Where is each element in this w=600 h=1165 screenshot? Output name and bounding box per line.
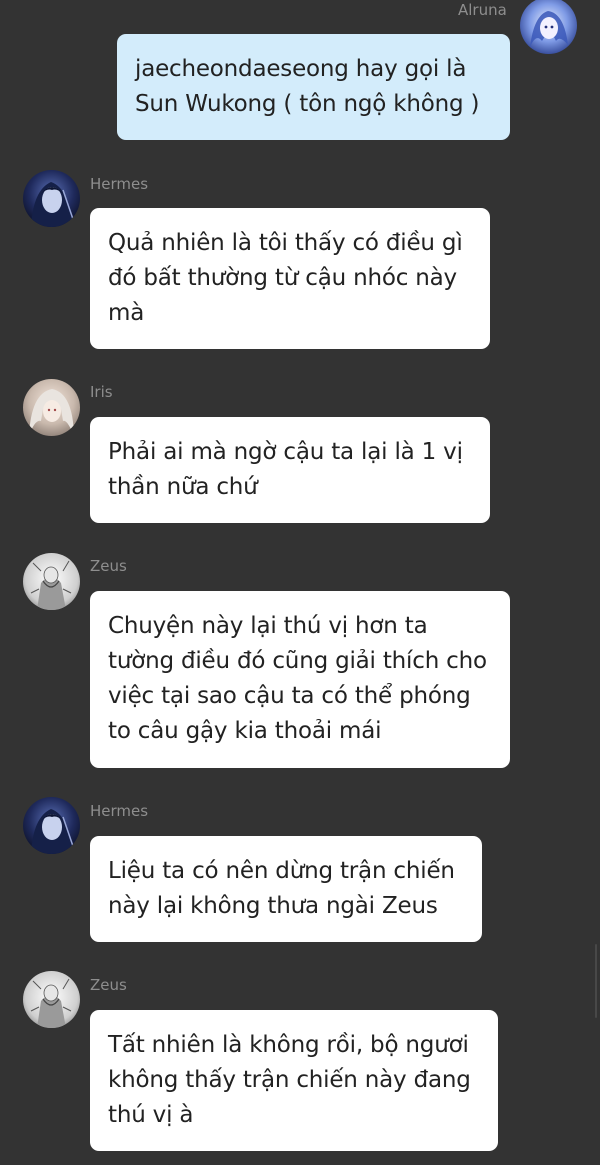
sender-name: Zeus bbox=[90, 557, 127, 575]
chat-view: Alruna jaecheondaeseong hay gọi là Sun W… bbox=[0, 0, 600, 1165]
message-line: việc tại sao cậu ta có thể phóng bbox=[108, 683, 471, 709]
message-line: thú vị à bbox=[108, 1102, 194, 1128]
sender-name: Iris bbox=[90, 383, 113, 401]
zeus-avatar[interactable] bbox=[23, 553, 80, 610]
message-line: Liệu ta có nên dừng trận chiến bbox=[108, 858, 455, 884]
message-bubble: Liệu ta có nên dừng trận chiến này lại k… bbox=[90, 836, 482, 942]
message-bubble: Chuyện này lại thú vị hơn ta tường điều … bbox=[90, 591, 510, 768]
message-bubble: jaecheondaeseong hay gọi là Sun Wukong (… bbox=[117, 34, 510, 140]
message-line: Chuyện này lại thú vị hơn ta bbox=[108, 613, 428, 639]
message-line: không thấy trận chiến này đang bbox=[108, 1067, 471, 1093]
message-line: mà bbox=[108, 300, 145, 326]
sender-name: Zeus bbox=[90, 976, 127, 994]
hermes-avatar[interactable] bbox=[23, 797, 80, 854]
iris-avatar[interactable] bbox=[23, 379, 80, 436]
alruna-avatar[interactable] bbox=[520, 0, 577, 54]
message-line: tường điều đó cũng giải thích cho bbox=[108, 648, 487, 674]
message-line: Quả nhiên là tôi thấy có điều gì bbox=[108, 230, 463, 256]
scrollbar[interactable] bbox=[595, 944, 597, 1018]
sender-name: Hermes bbox=[90, 175, 149, 193]
sender-name: Hermes bbox=[90, 802, 149, 820]
hermes-avatar[interactable] bbox=[23, 170, 80, 227]
message-bubble: Tất nhiên là không rồi, bộ ngươi không t… bbox=[90, 1010, 498, 1151]
message-line: Tất nhiên là không rồi, bộ ngươi bbox=[108, 1032, 469, 1058]
zeus-avatar[interactable] bbox=[23, 971, 80, 1028]
message-line: thần nữa chứ bbox=[108, 474, 258, 500]
message-bubble: Quả nhiên là tôi thấy có điều gì đó bất … bbox=[90, 208, 490, 349]
message-line: đó bất thường từ cậu nhóc này bbox=[108, 265, 457, 291]
message-line: jaecheondaeseong hay gọi là bbox=[135, 56, 467, 82]
message-line: to câu gậy kia thoải mái bbox=[108, 718, 382, 744]
sender-name: Alruna bbox=[458, 1, 507, 19]
message-bubble: Phải ai mà ngờ cậu ta lại là 1 vị thần n… bbox=[90, 417, 490, 523]
message-line: này lại không thưa ngài Zeus bbox=[108, 893, 438, 919]
message-line: Phải ai mà ngờ cậu ta lại là 1 vị bbox=[108, 439, 463, 465]
message-line: Sun Wukong ( tôn ngộ không ) bbox=[135, 91, 480, 117]
